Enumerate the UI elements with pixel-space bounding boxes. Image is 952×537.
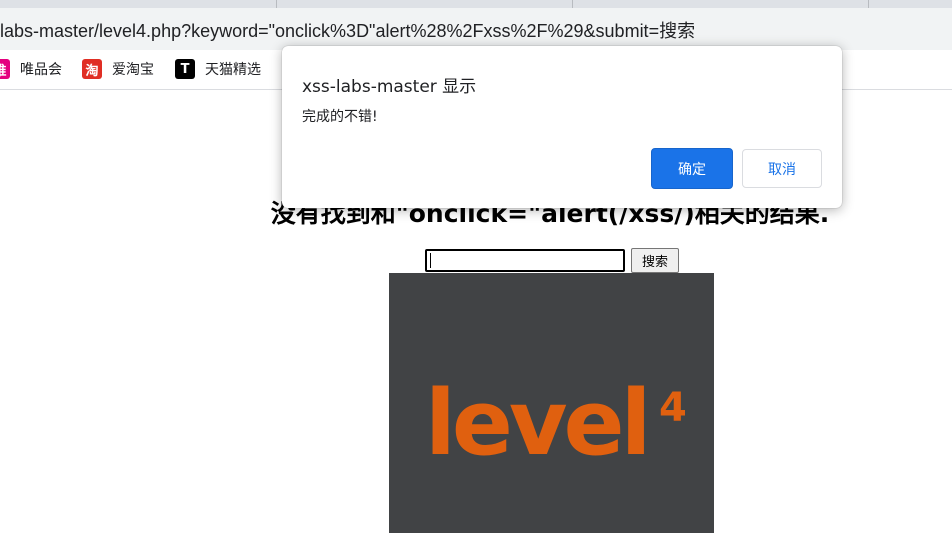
bookmark-tmall[interactable]: T 天猫精选 — [175, 58, 261, 80]
bookmark-vip[interactable]: 唯 唯品会 — [0, 58, 62, 80]
bookmark-label: 唯品会 — [20, 62, 62, 78]
level-logo-image: level 4 — [389, 273, 714, 533]
level-logo-superscript: 4 — [659, 385, 687, 431]
ok-button[interactable]: 确定 — [651, 148, 733, 189]
search-input[interactable] — [425, 249, 625, 272]
address-bar[interactable]: labs-master/level4.php?keyword="onclick%… — [0, 8, 952, 50]
tab-strip — [0, 0, 952, 8]
tab-separator — [572, 0, 573, 8]
tmall-logo-icon: T — [175, 59, 195, 79]
level-logo-graphic: level 4 — [425, 371, 687, 476]
taobao-logo-icon: 淘 — [82, 59, 102, 79]
search-button[interactable]: 搜索 — [631, 248, 679, 273]
text-caret — [430, 253, 431, 268]
bookmark-label: 爱淘宝 — [112, 62, 154, 78]
bookmark-label: 天猫精选 — [205, 62, 261, 78]
dialog-message: 完成的不错! — [302, 109, 378, 125]
tab-separator — [868, 0, 869, 8]
url-text[interactable]: labs-master/level4.php?keyword="onclick%… — [0, 17, 695, 43]
level-logo-text: level — [425, 371, 647, 476]
cancel-button[interactable]: 取消 — [742, 149, 822, 188]
vip-logo-icon: 唯 — [0, 59, 10, 79]
dialog-title: xss-labs-master 显示 — [302, 77, 477, 97]
bookmark-taobao[interactable]: 淘 爱淘宝 — [82, 58, 154, 80]
tab-separator — [276, 0, 277, 8]
alert-dialog: xss-labs-master 显示 完成的不错! 确定 取消 — [282, 46, 842, 208]
